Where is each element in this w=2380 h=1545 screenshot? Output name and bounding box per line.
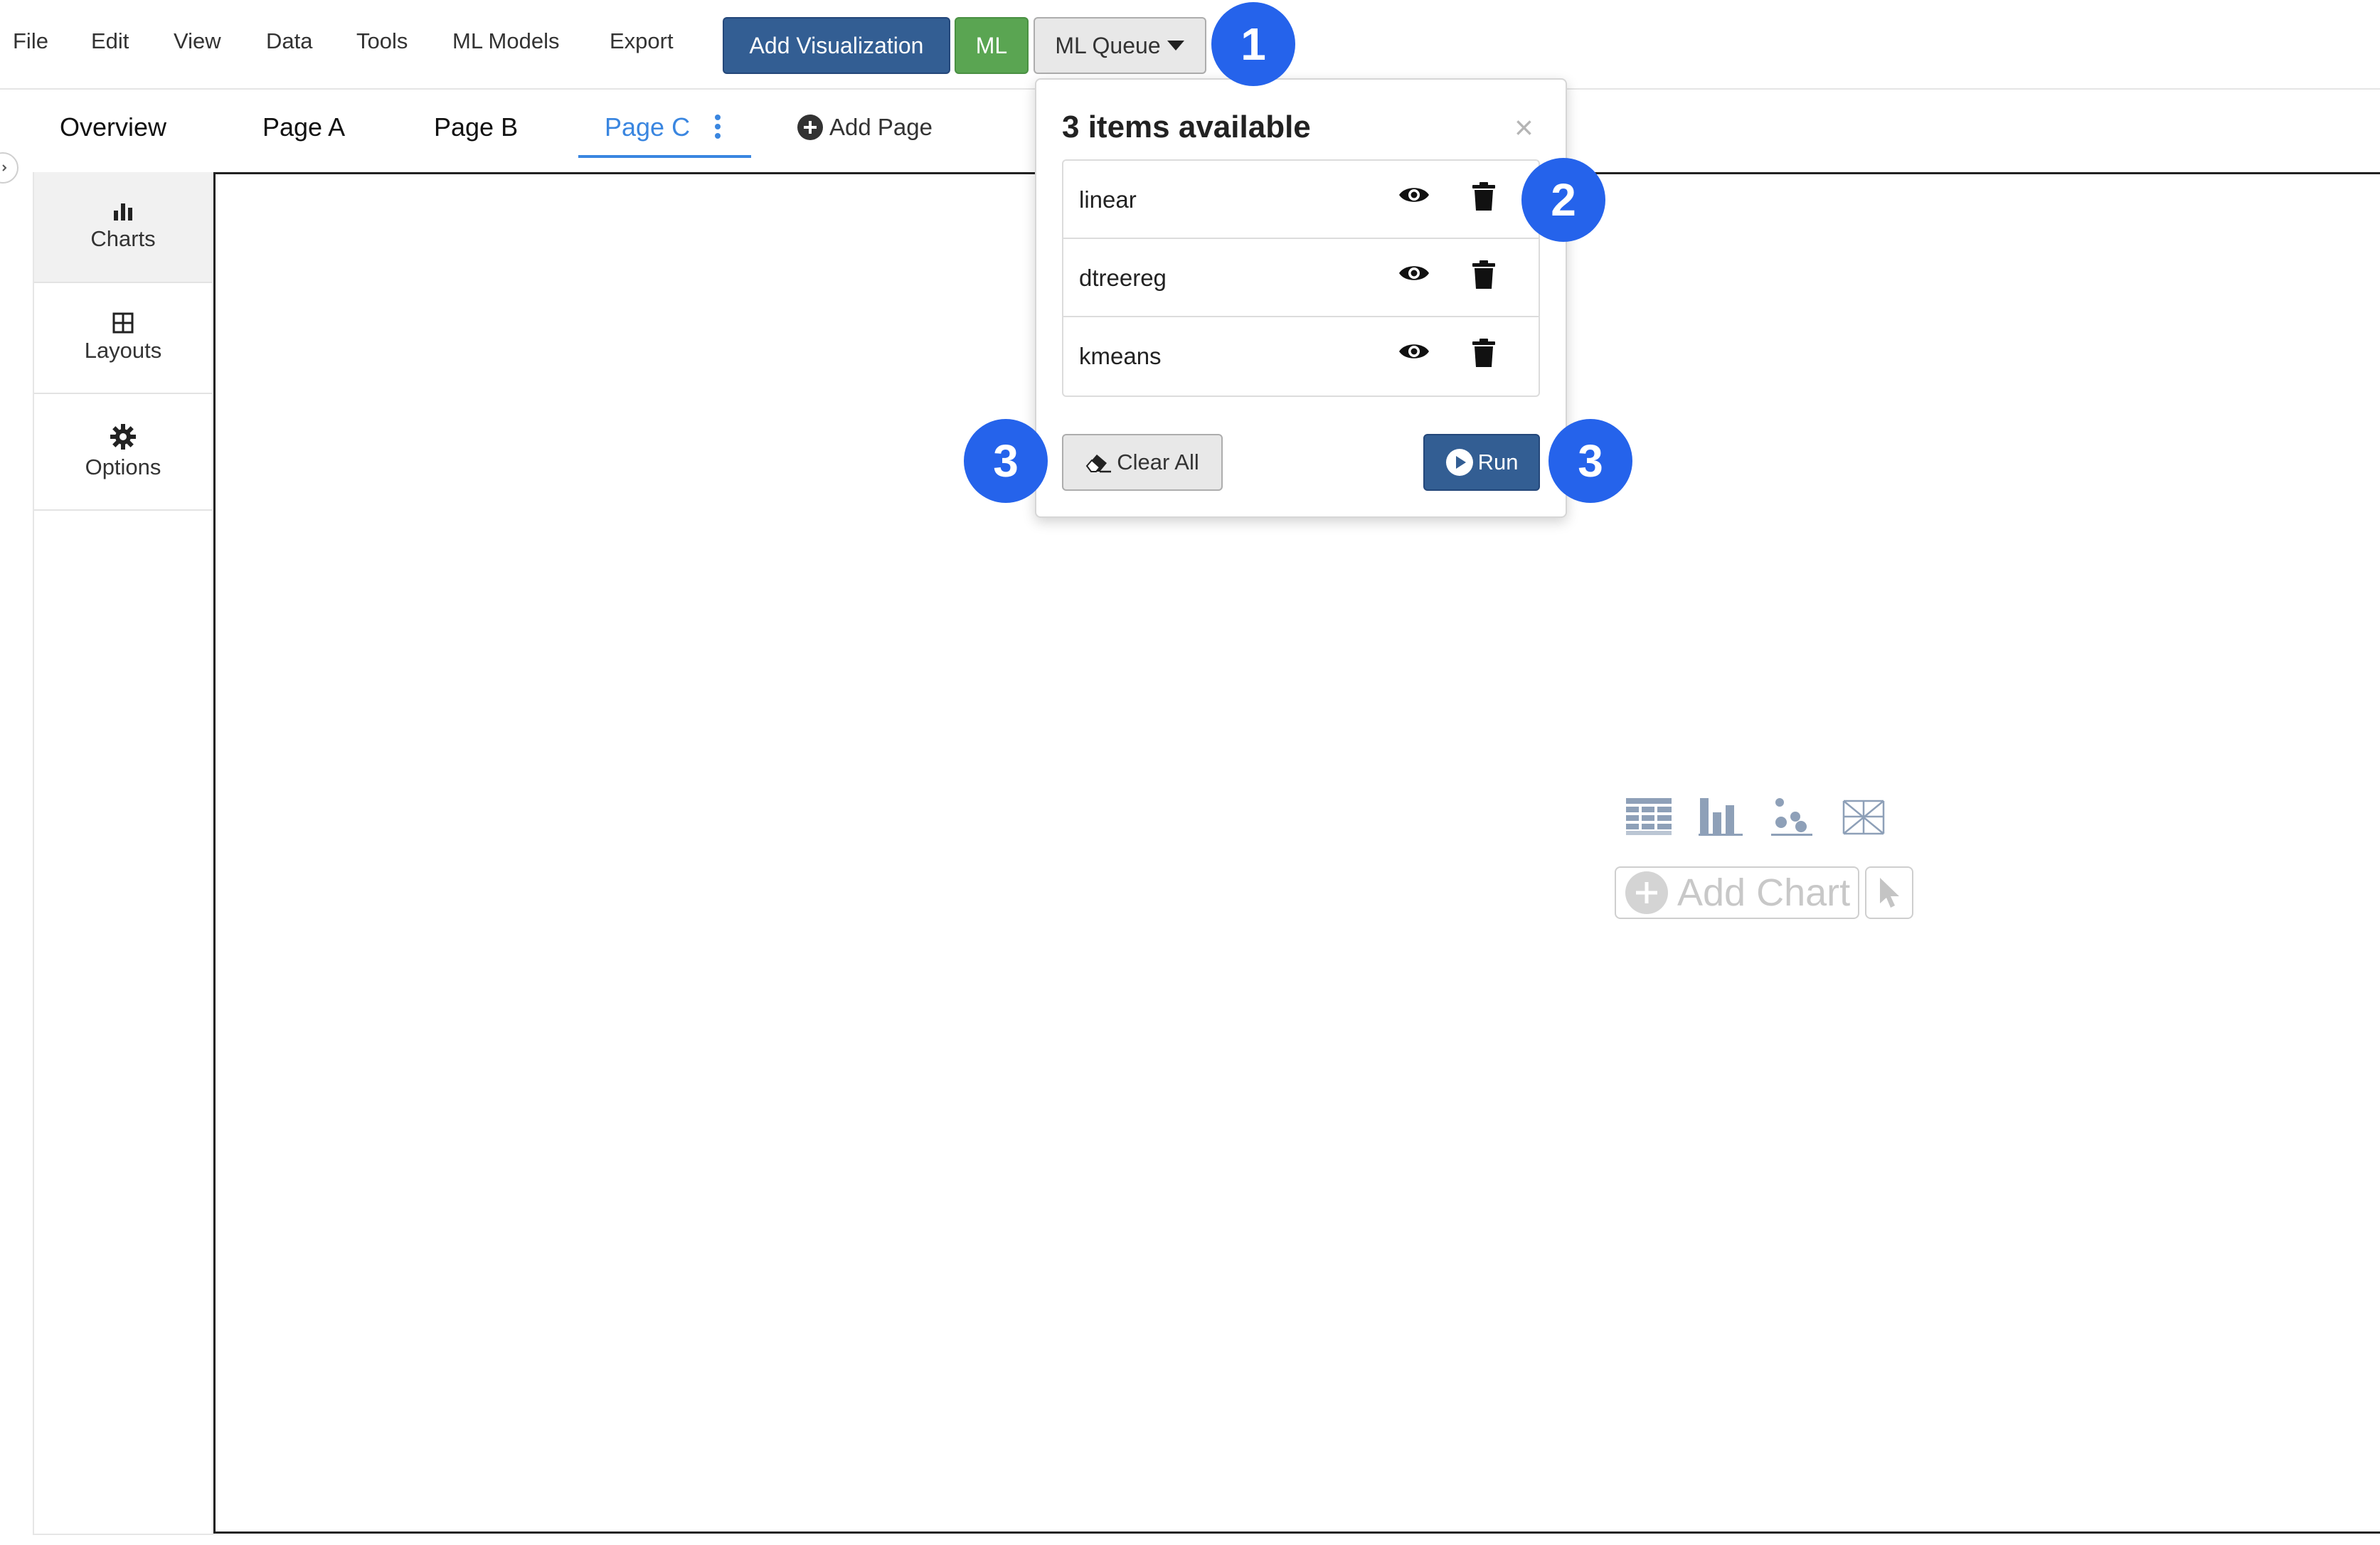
sidebar-item-charts[interactable]: Charts	[34, 172, 212, 283]
sidebar-item-layouts[interactable]: Layouts	[34, 283, 212, 394]
sidebar-item-label: Layouts	[84, 338, 162, 363]
ml-queue-button[interactable]: ML Queue	[1034, 17, 1206, 74]
menu-edit[interactable]: Edit	[91, 28, 129, 54]
bar-chart-icon[interactable]	[1699, 795, 1743, 837]
tab-page-b[interactable]: Page B	[434, 112, 518, 142]
sidebar-item-options[interactable]: Options	[34, 394, 212, 511]
run-label: Run	[1477, 450, 1519, 474]
network-chart-icon[interactable]	[1841, 795, 1886, 837]
gear-icon	[110, 424, 136, 450]
menu-view[interactable]: View	[174, 28, 221, 54]
table-icon[interactable]	[1626, 798, 1672, 837]
add-chart-button[interactable]: Add Chart	[1615, 866, 1859, 919]
eye-icon[interactable]	[1398, 340, 1430, 363]
select-pointer-button[interactable]	[1865, 866, 1913, 919]
queue-item-name: linear	[1079, 186, 1137, 213]
ml-queue-list: linear dtreereg kmeans	[1062, 159, 1540, 397]
add-visualization-button[interactable]: Add Visualization	[723, 17, 950, 74]
queue-item-name: kmeans	[1079, 343, 1162, 369]
run-button[interactable]: Run	[1423, 434, 1540, 491]
clear-all-button[interactable]: Clear All	[1062, 434, 1223, 491]
list-item: linear	[1063, 161, 1539, 239]
ml-queue-label: ML Queue	[1055, 32, 1161, 58]
plus-circle-icon	[1625, 871, 1668, 914]
ml-button[interactable]: ML	[955, 17, 1029, 74]
sidebar: Charts Layouts Options	[33, 172, 213, 1535]
sidebar-collapse-handle[interactable]	[0, 152, 18, 184]
list-item: dtreereg	[1063, 239, 1539, 317]
queue-item-name: dtreereg	[1079, 265, 1167, 291]
list-item: kmeans	[1063, 317, 1539, 395]
cursor-arrow-icon	[1880, 878, 1899, 908]
active-tab-indicator	[578, 155, 751, 158]
tab-page-a[interactable]: Page A	[262, 112, 345, 142]
add-chart-label: Add Chart	[1677, 871, 1851, 914]
tab-overview[interactable]: Overview	[60, 112, 166, 142]
sidebar-item-label: Options	[85, 455, 161, 479]
chevron-right-icon	[2, 164, 7, 171]
clear-all-label: Clear All	[1117, 450, 1199, 474]
bar-chart-icon	[114, 203, 132, 221]
step-badge-3-left: 3	[964, 419, 1048, 503]
eye-icon[interactable]	[1398, 262, 1430, 285]
tab-page-c[interactable]: Page C	[605, 112, 690, 142]
caret-down-icon	[1167, 41, 1184, 51]
add-page-button[interactable]: Add Page	[797, 114, 933, 141]
add-page-label: Add Page	[829, 114, 933, 140]
eraser-icon	[1085, 455, 1112, 473]
grid-icon	[112, 312, 134, 334]
popover-title: 3 items available	[1062, 110, 1311, 144]
menu-export[interactable]: Export	[610, 28, 674, 54]
menu-data[interactable]: Data	[266, 28, 312, 54]
trash-icon[interactable]	[1472, 339, 1496, 367]
step-badge-3-right: 3	[1548, 419, 1632, 503]
tab-menu-dots-icon[interactable]	[713, 114, 723, 139]
play-circle-icon	[1445, 449, 1473, 476]
plus-circle-icon	[797, 115, 823, 140]
menu-tools[interactable]: Tools	[356, 28, 408, 54]
menu-file[interactable]: File	[13, 28, 48, 54]
step-badge-1: 1	[1211, 2, 1295, 86]
scatter-chart-icon[interactable]	[1771, 795, 1812, 837]
sidebar-item-label: Charts	[90, 226, 156, 251]
menu-ml-models[interactable]: ML Models	[452, 28, 559, 54]
step-badge-2: 2	[1521, 158, 1605, 242]
trash-icon[interactable]	[1472, 182, 1496, 211]
menu-bar: File Edit View Data Tools ML Models Expo…	[0, 0, 2380, 90]
eye-icon[interactable]	[1398, 184, 1430, 206]
trash-icon[interactable]	[1472, 260, 1496, 289]
close-icon[interactable]: ×	[1514, 108, 1534, 147]
ml-queue-popover: 3 items available × linear dtreereg kmea…	[1035, 78, 1567, 518]
